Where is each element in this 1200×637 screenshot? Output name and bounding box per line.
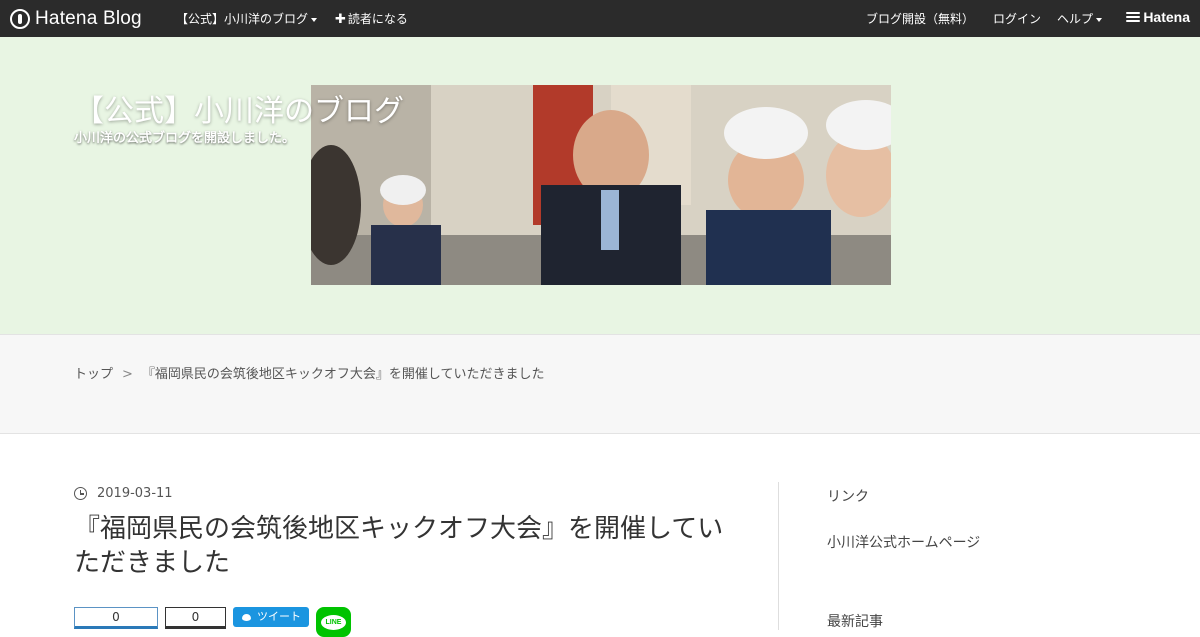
plus-icon: ✚	[335, 12, 346, 27]
global-header: Hatena Blog 【公式】小川洋のブログ ✚ 読者になる ブログ開設（無料）…	[0, 0, 1200, 37]
hatena-label: Hatena	[1143, 9, 1190, 25]
share-buttons: 0 0 ツイート LINE	[74, 607, 351, 637]
sidebar-divider	[778, 482, 779, 630]
hatena-pen-icon	[10, 8, 30, 29]
sidebar-recent-heading: 最新記事	[827, 614, 883, 630]
share-count[interactable]: 0	[165, 607, 226, 629]
login-link[interactable]: ログイン	[993, 10, 1041, 27]
tweet-button[interactable]: ツイート	[233, 607, 309, 627]
entry-date[interactable]: 2019-03-11	[74, 486, 173, 501]
help-label: ヘルプ	[1057, 12, 1094, 26]
breadcrumb-home[interactable]: トップ	[74, 367, 113, 382]
subscribe-button[interactable]: ✚ 読者になる	[335, 10, 408, 27]
hatena-blog-logo[interactable]: Hatena Blog	[10, 7, 142, 30]
sidebar-links-heading: リンク	[827, 489, 869, 505]
blog-header: 【公式】小川洋のブログ 小川洋の公式ブログを開設しました。	[0, 37, 1200, 334]
breadcrumb-current: 『福岡県民の会筑後地区キックオフ大会』を開催していただきました	[141, 367, 545, 382]
breadcrumb-separator: >	[122, 367, 133, 382]
tweet-label: ツイート	[257, 610, 301, 623]
line-share-button[interactable]: LINE	[316, 607, 351, 637]
open-blog-label: ブログ開設（無料）	[866, 12, 975, 26]
caret-down-icon	[311, 17, 318, 22]
clock-icon	[74, 487, 87, 500]
entry-date-text: 2019-03-11	[97, 486, 173, 501]
blog-description: 小川洋の公式ブログを開設しました。	[74, 131, 296, 146]
help-menu[interactable]: ヘルプ	[1057, 10, 1103, 27]
caret-down-icon	[1096, 17, 1103, 22]
sidebar-link-official-homepage[interactable]: 小川洋公式ホームページ	[827, 532, 980, 552]
open-blog-link[interactable]: ブログ開設（無料）	[866, 10, 974, 27]
blog-menu-label: 【公式】小川洋のブログ	[176, 12, 309, 26]
hatena-bookmark-count[interactable]: 0	[74, 607, 158, 629]
line-logo-icon: LINE	[321, 615, 346, 630]
subscribe-label: 読者になる	[347, 12, 408, 26]
hatena-logo-icon	[1126, 12, 1141, 22]
twitter-bird-icon	[241, 612, 253, 622]
main-content: 2019-03-11 『福岡県民の会筑後地区キックオフ大会』を開催していただきま…	[0, 434, 1200, 637]
breadcrumb: トップ > 『福岡県民の会筑後地区キックオフ大会』を開催していただきました	[74, 363, 545, 382]
breadcrumb-area: トップ > 『福岡県民の会筑後地区キックオフ大会』を開催していただきました	[0, 334, 1200, 434]
brand-name: Hatena Blog	[35, 7, 142, 29]
blog-title[interactable]: 【公式】小川洋のブログ	[74, 86, 404, 130]
entry-title[interactable]: 『福岡県民の会筑後地区キックオフ大会』を開催していただきました	[74, 512, 744, 580]
hatena-link[interactable]: Hatena	[1126, 9, 1190, 25]
blog-menu[interactable]: 【公式】小川洋のブログ	[176, 10, 318, 27]
login-label: ログイン	[993, 12, 1042, 26]
